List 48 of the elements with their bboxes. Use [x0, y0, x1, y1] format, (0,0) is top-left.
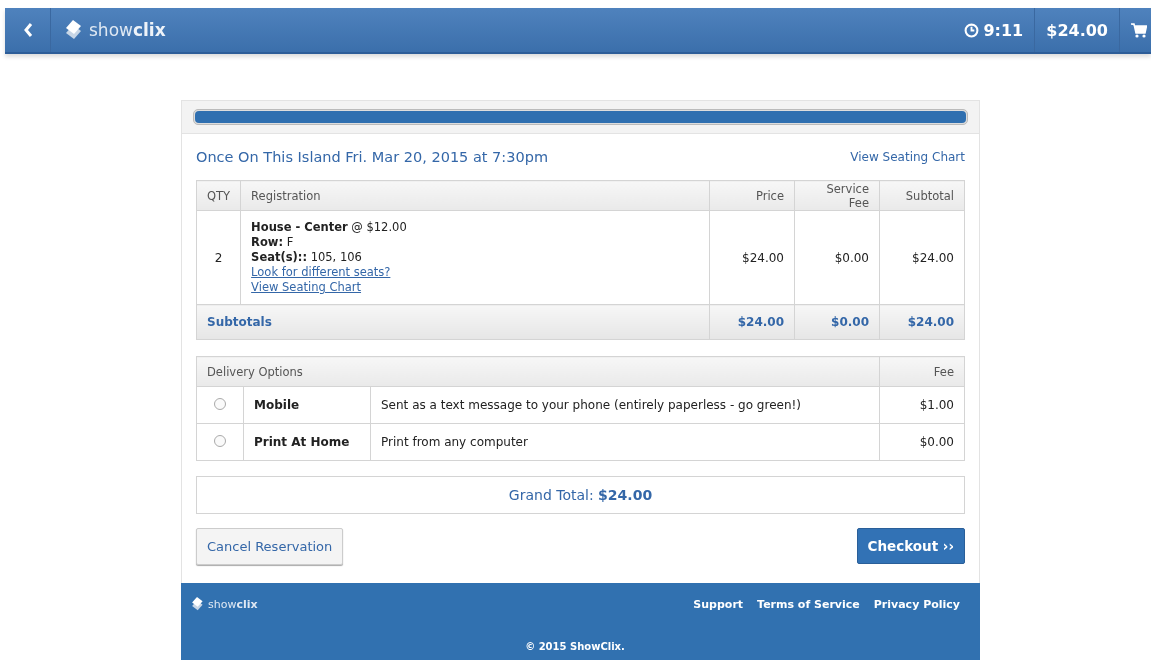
- service-fee-total: $0.00: [794, 304, 880, 340]
- logo-icon: [190, 596, 204, 612]
- delivery-option-name: Print At Home: [243, 423, 371, 461]
- cart-icon[interactable]: [1131, 22, 1147, 38]
- logo-icon: [63, 19, 83, 41]
- logo-text: showclix: [89, 20, 166, 40]
- column-header: Price: [709, 180, 795, 211]
- seat-detail: House - Center @ $12.00: [251, 220, 408, 235]
- column-header: Service Fee: [794, 180, 880, 211]
- seat-detail: Row: F: [251, 235, 295, 250]
- subtotal-total: $24.00: [879, 304, 965, 340]
- timer-text: 9:11: [983, 20, 1024, 40]
- fee-cell: $0.00: [879, 423, 965, 461]
- footer-link[interactable]: Terms of Service: [757, 597, 860, 611]
- delivery-description: Sent as a text message to your phone (entirely paperless - go green!): [370, 386, 880, 424]
- subtotal-cell: $24.00: [879, 210, 965, 305]
- column-header: Registration: [240, 180, 710, 211]
- service-fee-cell: $0.00: [794, 210, 880, 305]
- qty-cell: 2: [196, 210, 241, 305]
- column-header: QTY: [196, 180, 241, 211]
- footer-logo[interactable]: showclix: [190, 596, 258, 612]
- column-header: Subtotal: [879, 180, 965, 211]
- showclix-logo[interactable]: showclix: [61, 15, 168, 45]
- radio-button[interactable]: [214, 434, 226, 447]
- footer-link[interactable]: Privacy Policy: [873, 597, 960, 611]
- delivery-description: Print from any computer: [370, 423, 880, 461]
- column-header: Delivery Options: [196, 356, 880, 387]
- back-chevron-icon[interactable]: [22, 22, 33, 38]
- fee-cell: $1.00: [879, 386, 965, 424]
- copyright-text: © 2015 ShowClix.: [524, 641, 626, 652]
- price-total: $24.00: [709, 304, 795, 340]
- footer-link[interactable]: Support: [693, 597, 744, 611]
- clock-icon: [964, 22, 980, 38]
- column-header: Fee: [879, 356, 965, 387]
- seating-chart-link[interactable]: View Seating Chart: [850, 150, 965, 164]
- seat-detail: Seat(s):: 105, 106: [251, 250, 363, 265]
- radio-button[interactable]: [214, 397, 226, 410]
- seat-link[interactable]: View Seating Chart: [251, 280, 699, 295]
- delivery-option-name: Mobile: [243, 386, 371, 424]
- cart-total[interactable]: $24.00: [1046, 20, 1108, 40]
- event-title: Once On This Island Fri. Mar 20, 2015 at 7:30pm: [196, 149, 548, 165]
- grand-total-text: Grand Total: $24.00: [508, 487, 653, 503]
- checkout-button[interactable]: Checkout ››: [856, 528, 965, 564]
- footer-logo-text: showclix: [208, 597, 258, 611]
- price-cell: $24.00: [709, 210, 795, 305]
- subtotals-label: Subtotals: [196, 304, 710, 340]
- seat-link[interactable]: Look for different seats?: [251, 265, 699, 280]
- cancel-reservation-button[interactable]: Cancel Reservation: [196, 528, 344, 565]
